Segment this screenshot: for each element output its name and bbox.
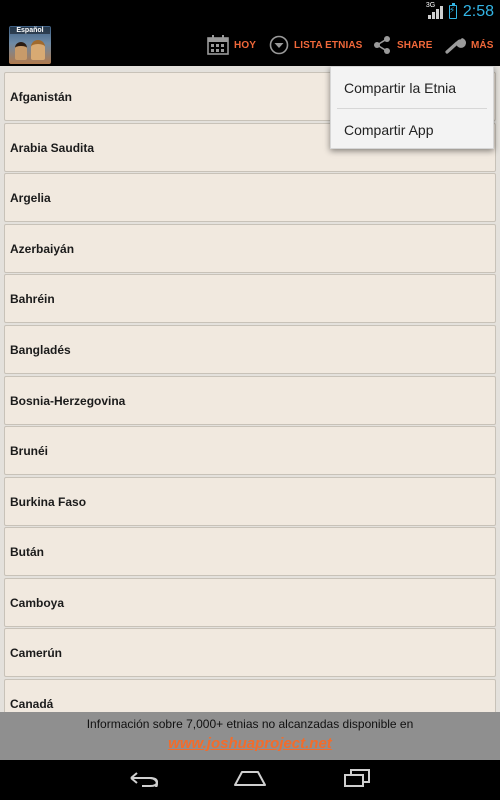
dropdown-circle-icon <box>269 35 289 55</box>
recents-button[interactable] <box>333 766 381 794</box>
country-name: Canadá <box>10 696 54 711</box>
country-name: Bosnia-Herzegovina <box>10 393 126 408</box>
list-item[interactable]: Burkina Faso <box>4 477 496 526</box>
list-item[interactable]: Camerún <box>4 628 496 677</box>
battery-icon <box>448 3 457 19</box>
clock: 2:58 <box>462 3 494 20</box>
country-list[interactable]: Afganistán Arabia Saudita Argelia Azerba… <box>0 66 500 712</box>
hoy-label: HOY <box>234 39 256 51</box>
lista-etnias-label: LISTA ETNIAS <box>294 39 363 51</box>
status-bar: 3G 2:58 <box>0 0 500 24</box>
list-item[interactable]: Canadá <box>4 679 496 712</box>
action-bar: Español HOY LISTA ETNIAS SHARE MÁS <box>0 24 500 66</box>
menu-item-compartir-app[interactable]: Compartir App <box>331 109 493 150</box>
hoy-button[interactable]: HOY <box>207 24 256 66</box>
country-name: Brunéi <box>10 443 49 458</box>
mas-label: MÁS <box>471 39 494 51</box>
signal-icon: 3G <box>425 2 443 19</box>
lista-etnias-button[interactable]: LISTA ETNIAS <box>269 24 362 66</box>
menu-item-compartir-etnia[interactable]: Compartir la Etnia <box>331 67 493 108</box>
country-name: Afganistán <box>10 89 73 104</box>
share-icon <box>372 35 392 55</box>
app-logo-label: Español <box>10 27 50 34</box>
country-name: Bután <box>10 544 44 559</box>
list-item[interactable]: Bahréin <box>4 274 496 323</box>
country-name: Burkina Faso <box>10 494 87 509</box>
list-item[interactable]: Brunéi <box>4 426 496 475</box>
logo-person-icon <box>15 42 27 60</box>
list-item[interactable]: Bosnia-Herzegovina <box>4 376 496 425</box>
country-name: Bahréin <box>10 291 55 306</box>
country-name: Azerbaiyán <box>10 241 75 256</box>
list-item[interactable]: Bután <box>4 527 496 576</box>
country-name: Bangladés <box>10 342 71 357</box>
back-arrow-icon <box>128 769 160 792</box>
list-item[interactable]: Bangladés <box>4 325 496 374</box>
list-item[interactable]: Camboya <box>4 578 496 627</box>
home-button[interactable] <box>226 766 274 794</box>
country-name: Arabia Saudita <box>10 140 95 155</box>
wrench-icon <box>444 35 466 55</box>
footer-text: Información sobre 7,000+ etnias no alcan… <box>86 717 414 731</box>
overflow-menu: Compartir la Etnia Compartir App <box>330 66 494 149</box>
calendar-icon <box>207 35 229 55</box>
footer-banner: Información sobre 7,000+ etnias no alcan… <box>0 712 500 760</box>
navigation-bar <box>0 760 500 800</box>
mas-button[interactable]: MÁS <box>444 24 494 66</box>
share-button[interactable]: SHARE <box>372 24 433 66</box>
list-item[interactable]: Argelia <box>4 173 496 222</box>
share-label: SHARE <box>397 39 433 51</box>
joshuaproject-link[interactable]: www.joshuaproject.net <box>168 735 332 752</box>
country-name: Camboya <box>10 595 65 610</box>
country-name: Argelia <box>10 190 51 205</box>
network-type: 3G <box>425 2 436 9</box>
app-logo[interactable]: Español <box>9 26 51 64</box>
recents-icon <box>342 768 372 793</box>
back-button[interactable] <box>120 766 168 794</box>
country-name: Camerún <box>10 645 63 660</box>
list-item[interactable]: Azerbaiyán <box>4 224 496 273</box>
status-icons: 3G 2:58 <box>425 0 494 24</box>
home-icon <box>233 769 267 792</box>
logo-person-icon <box>31 40 45 60</box>
